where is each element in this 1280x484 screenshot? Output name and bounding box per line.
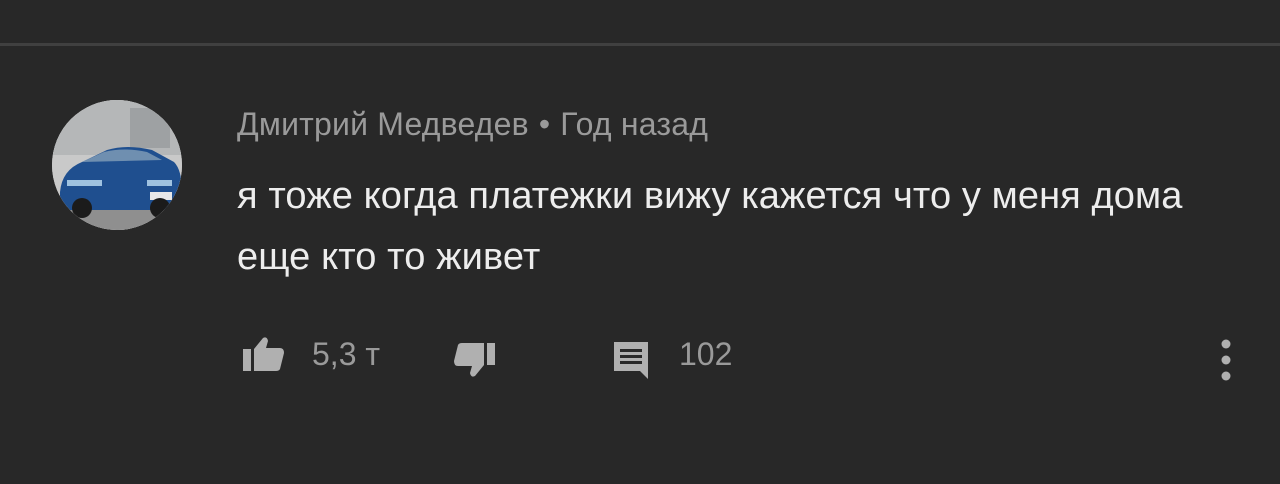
thumb-down-icon bbox=[454, 343, 495, 377]
thumb-up-icon bbox=[243, 337, 284, 371]
author-name[interactable]: Дмитрий Медведев bbox=[237, 106, 529, 142]
comment-text: я тоже когда платежки вижу кажется что у… bbox=[237, 175, 1183, 278]
more-options-button[interactable] bbox=[1206, 335, 1246, 385]
like-button[interactable] bbox=[232, 331, 292, 379]
avatar[interactable] bbox=[52, 100, 182, 230]
comment-icon bbox=[614, 342, 648, 379]
comment-header: Дмитрий Медведев • Год назад bbox=[237, 106, 708, 143]
avatar-car-image bbox=[52, 100, 182, 230]
comment-item: Дмитрий Медведев • Год назад я тоже когда … bbox=[0, 46, 1280, 484]
separator-dot: • bbox=[538, 106, 551, 142]
more-vertical-icon bbox=[1221, 339, 1231, 381]
like-count: 5,3 т bbox=[312, 336, 381, 372]
reply-count: 102 bbox=[679, 336, 733, 372]
comment-time[interactable]: Год назад bbox=[560, 106, 708, 142]
dislike-button[interactable] bbox=[446, 335, 506, 383]
comment-actions: 5,3 т 102 bbox=[0, 331, 1280, 391]
reply-button[interactable] bbox=[602, 335, 660, 383]
